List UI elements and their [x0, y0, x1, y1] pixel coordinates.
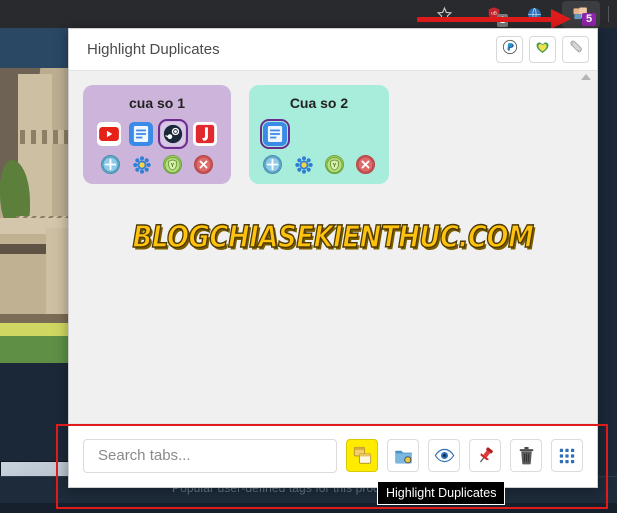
window-settings-button[interactable] [294, 155, 313, 174]
window-tabs [97, 119, 217, 149]
popup-body: cua so 1 Y Cua so 2 Y BLOGCHIASEKIENTHUC… [69, 71, 597, 423]
settings-button[interactable] [562, 36, 589, 63]
star-icon[interactable] [430, 2, 458, 26]
protect-window-button[interactable]: Y [163, 155, 182, 174]
svg-text:uB: uB [491, 11, 497, 16]
favorite-button[interactable] [529, 36, 556, 63]
shield-y-icon: Y [326, 156, 343, 173]
paypal-icon [502, 39, 518, 60]
window-settings-button[interactable] [132, 155, 151, 174]
steam-icon [163, 124, 183, 144]
save-session-button[interactable] [387, 439, 419, 472]
grid-view-button[interactable] [551, 439, 583, 472]
youtube-tab[interactable] [97, 122, 121, 146]
scroll-up-arrow[interactable] [581, 74, 591, 80]
close-window-button[interactable] [194, 155, 213, 174]
window-tabs [260, 119, 375, 149]
add-tab-button[interactable] [263, 155, 282, 174]
window-title: cua so 1 [128, 95, 186, 111]
svg-text:Y: Y [333, 162, 337, 168]
heart-icon [534, 39, 551, 60]
annotation-arrow-line [417, 17, 565, 22]
duplicate-windows-icon [353, 446, 371, 464]
pin-button[interactable] [469, 439, 501, 472]
eye-icon [434, 448, 454, 463]
tooltip: Highlight Duplicates [377, 481, 506, 505]
screenshot-root: Popular user-defined tags for this produ… [0, 0, 617, 513]
page-title: Highlight Duplicates [87, 41, 220, 58]
gear-icon [294, 155, 313, 174]
folder-icon [394, 450, 412, 464]
popup-header: Highlight Duplicates [69, 29, 597, 71]
document-tab[interactable] [129, 122, 153, 146]
letter-j-icon [195, 124, 215, 144]
pin-icon [479, 447, 493, 463]
youtube-icon [99, 127, 119, 141]
gear-icon [132, 155, 151, 174]
wrench-icon [567, 39, 584, 61]
windows-list: cua so 1 Y Cua so 2 Y [83, 85, 583, 184]
popup-footer-toolbar [69, 423, 597, 487]
background-bottom-strip [0, 503, 617, 513]
document-icon [267, 126, 283, 142]
plus-circle-icon [102, 156, 119, 173]
annotation-arrow-head [551, 9, 571, 29]
toolbar-divider [608, 6, 609, 22]
shield-y-icon: Y [164, 156, 181, 173]
delete-button[interactable] [510, 439, 542, 472]
extension-badge-count: 5 [582, 13, 597, 26]
document-tab[interactable] [260, 119, 290, 149]
window-card[interactable]: Cua so 2 Y [249, 85, 389, 184]
close-circle-icon [357, 156, 374, 173]
svg-text:Y: Y [171, 162, 175, 168]
globe-icon[interactable] [520, 2, 548, 26]
trash-icon [519, 447, 533, 465]
close-window-button[interactable] [356, 155, 375, 174]
search-input[interactable] [83, 438, 337, 473]
close-circle-icon [195, 156, 212, 173]
extension-popup: Highlight Duplicates cua so 1 Y Cua so 2… [68, 28, 598, 488]
grid-icon [559, 448, 575, 463]
add-tab-button[interactable] [101, 155, 120, 174]
steam-tab[interactable] [158, 119, 188, 149]
window-actions: Y [97, 155, 217, 174]
paypal-donate-button[interactable] [496, 36, 523, 63]
browser-toolbar: uB 1 5 [0, 0, 617, 28]
document-icon [133, 126, 149, 142]
window-title: Cua so 2 [289, 95, 349, 111]
watermark-text: BLOGCHIASEKIENTHUC.COM [132, 220, 535, 256]
window-card[interactable]: cua so 1 Y [83, 85, 231, 184]
window-actions: Y [263, 155, 375, 174]
plus-circle-icon [264, 156, 281, 173]
javhd-tab[interactable] [193, 122, 217, 146]
protect-window-button[interactable]: Y [325, 155, 344, 174]
header-actions [496, 36, 589, 63]
preview-button[interactable] [428, 439, 460, 472]
highlight-duplicates-button[interactable] [346, 439, 378, 472]
